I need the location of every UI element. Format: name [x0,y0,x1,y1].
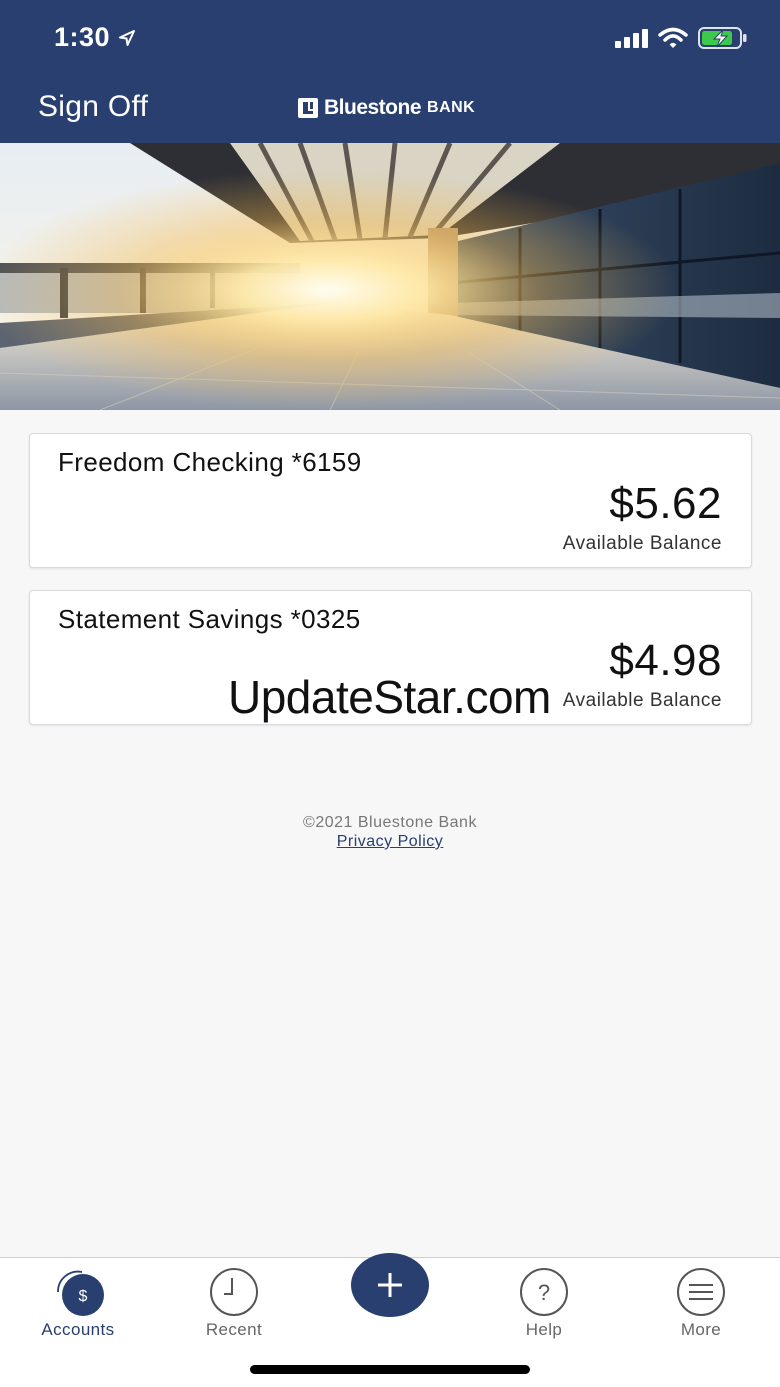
watermark-text: UpdateStar.com [228,671,551,723]
tab-label: Accounts [41,1320,115,1339]
app-header: 1:30 Sign Off Bluestone BANK [0,0,780,143]
brand-name: Bluestone [324,96,422,119]
available-balance-label: Available Balance [562,690,722,711]
svg-text:?: ? [538,1280,550,1305]
copyright-text: ©2021 Bluestone Bank [303,814,477,831]
tab-label: More [680,1320,722,1339]
account-name: Freedom Checking *6159 [58,447,362,477]
status-time-text: 1:30 [54,22,111,52]
status-icons [615,26,748,50]
bank-logo: Bluestone BANK [298,96,475,120]
tab-more[interactable]: More [641,1266,761,1340]
status-time: 1:30 [54,22,136,53]
tab-help[interactable]: ? Help [484,1266,604,1340]
location-arrow-icon [119,29,136,46]
privacy-policy-link-text[interactable]: Privacy Policy [337,833,444,850]
clock-icon [210,1268,258,1316]
privacy-policy-link: Privacy Policy [0,833,780,851]
home-indicator[interactable] [250,1365,530,1374]
account-balance: $5.62 [609,479,722,528]
signal-icon [615,28,648,48]
menu-icon [677,1268,725,1316]
account-balance: $4.98 [609,636,722,685]
tab-recent[interactable]: Recent [174,1266,294,1340]
battery-charging-icon [698,27,747,49]
brand-suffix: BANK [427,99,476,116]
hero-banner-image [0,143,780,410]
tab-accounts[interactable]: $ Accounts [18,1266,138,1340]
dollar-icon: $ [57,1270,104,1316]
account-card-checking[interactable]: Freedom Checking *6159 $5.62 Available B… [29,433,752,568]
tab-label: Recent [205,1320,263,1339]
svg-text:$: $ [79,1288,88,1305]
tab-label: Help [525,1320,563,1339]
wifi-icon [658,27,688,48]
available-balance-label: Available Balance [562,533,722,554]
question-icon: ? [520,1268,568,1316]
bluestone-logo-icon [298,98,318,118]
sign-off-button[interactable]: Sign Off [38,90,148,124]
account-name: Statement Savings *0325 [58,604,361,634]
add-button[interactable] [351,1252,429,1318]
